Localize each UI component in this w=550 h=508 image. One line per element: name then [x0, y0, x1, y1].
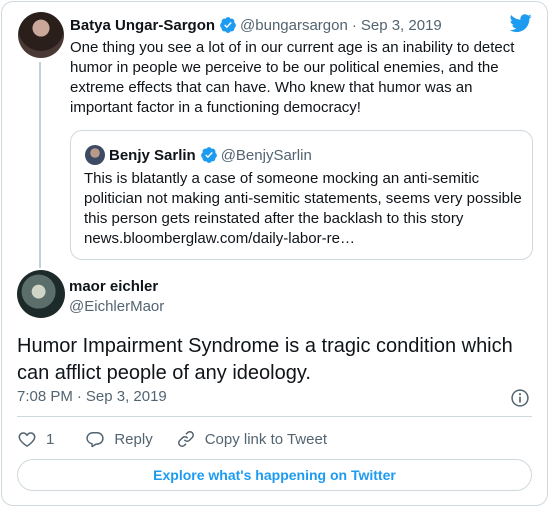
like-button[interactable]: 1 [17, 429, 54, 449]
main-tweet-text: Humor Impairment Syndrome is a tragic co… [17, 335, 513, 384]
thread-connector-line [39, 62, 41, 268]
main-tweet-date[interactable]: Sep 3, 2019 [86, 388, 167, 405]
copy-link-label: Copy link to Tweet [204, 430, 327, 448]
twitter-bird-icon[interactable] [509, 12, 533, 34]
parent-tweet-date[interactable]: Sep 3, 2019 [361, 17, 442, 34]
reply-icon [86, 432, 105, 448]
reply-label: Reply [114, 430, 153, 448]
parent-author-name[interactable]: Batya Ungar-Sargon [70, 17, 215, 34]
parent-author-avatar[interactable] [18, 12, 64, 58]
verified-badge-icon [220, 17, 236, 33]
explore-twitter-button[interactable]: Explore what's happening on Twitter [17, 459, 532, 491]
main-author-handle[interactable]: @EichlerMaor [69, 298, 164, 315]
parent-author-handle[interactable]: @bungarsargon [240, 17, 348, 34]
quoted-author-avatar [85, 145, 105, 165]
explore-label: Explore what's happening on Twitter [153, 467, 396, 483]
quoted-tweet-text: This is blatantly a case of someone mock… [84, 170, 522, 247]
verified-badge-icon [200, 147, 217, 163]
quoted-author-name: Benjy Sarlin [109, 146, 196, 164]
parent-tweet-header: Batya Ungar-Sargon @bungarsargon · Sep 3… [70, 14, 442, 36]
header-separator: · [351, 16, 357, 34]
copy-link-button[interactable]: Copy link to Tweet [176, 429, 327, 449]
parent-tweet-text: One thing you see a lot of in our curren… [70, 39, 515, 116]
action-divider [17, 416, 532, 417]
main-author-name[interactable]: maor eichler [69, 278, 158, 295]
main-author-avatar[interactable] [17, 270, 65, 318]
main-tweet-time[interactable]: 7:08 PM [17, 388, 73, 405]
main-tweet-timestamp[interactable]: 7:08 PM · Sep 3, 2019 [17, 388, 167, 405]
quoted-tweet-header: Benjy Sarlin @BenjySarlin [109, 144, 312, 166]
like-count: 1 [46, 430, 55, 448]
quoted-tweet[interactable]: Benjy Sarlin @BenjySarlin This is blatan… [70, 130, 533, 260]
reply-button[interactable]: Reply [85, 429, 153, 449]
quoted-author-handle: @BenjySarlin [220, 146, 312, 164]
link-icon [177, 431, 194, 447]
heart-icon [18, 432, 36, 447]
tweet-actions-bar: 1 Reply Copy link to Tweet [17, 428, 327, 450]
info-icon[interactable] [510, 388, 530, 408]
timestamp-separator: · [76, 388, 82, 405]
